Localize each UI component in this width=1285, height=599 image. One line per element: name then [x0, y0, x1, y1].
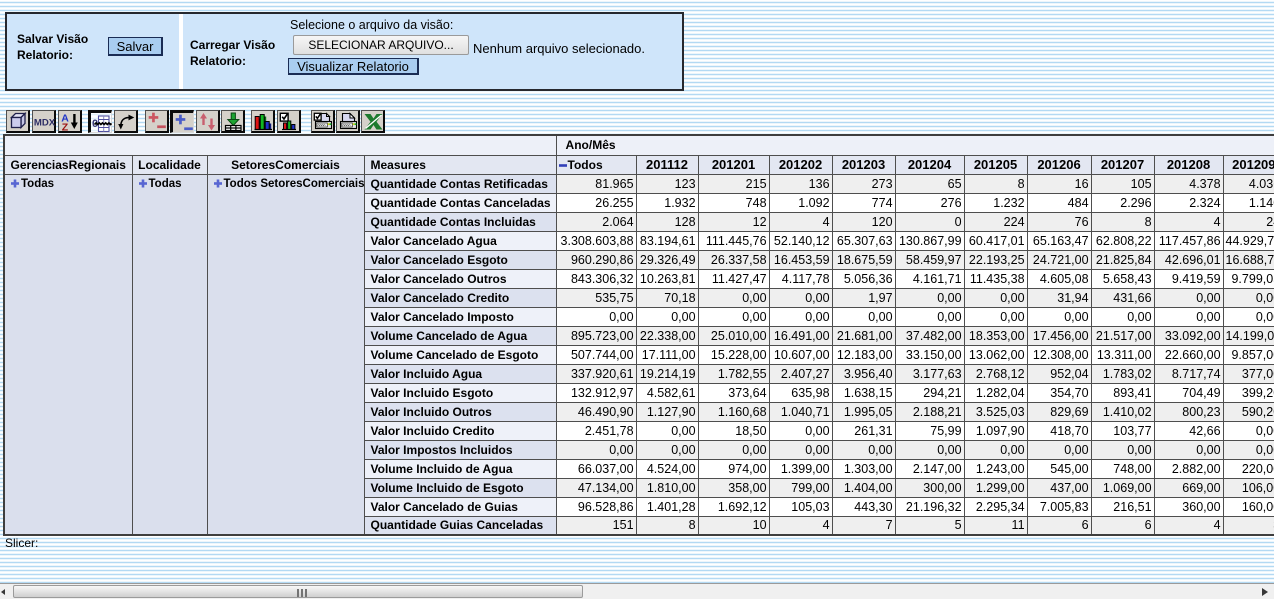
svg-text:MDX: MDX: [34, 118, 55, 129]
svg-text:Z: Z: [62, 122, 69, 133]
